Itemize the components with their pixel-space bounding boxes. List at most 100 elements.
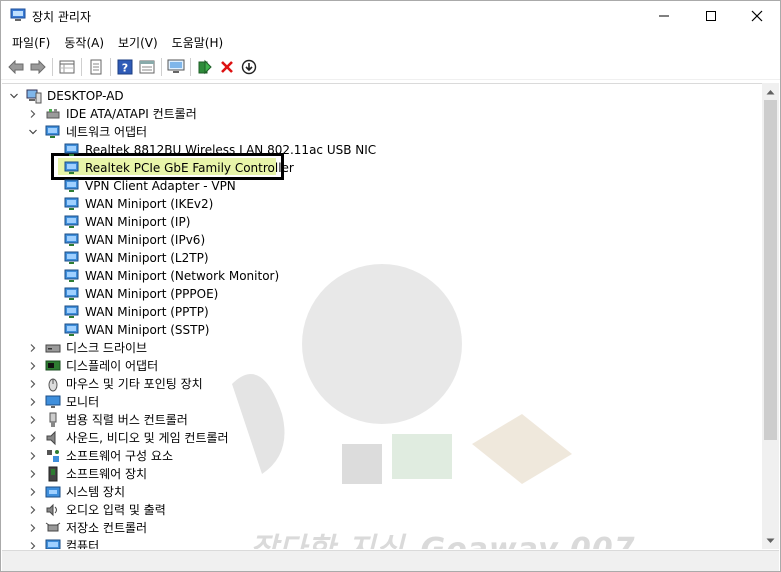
network-adapter-icon (64, 305, 79, 318)
device-label: WAN Miniport (PPTP) (85, 305, 209, 319)
download-circle-icon (241, 59, 257, 74)
scan-hardware-button[interactable] (165, 56, 187, 78)
root-label: DESKTOP-AD (47, 89, 124, 103)
category-label: 소프트웨어 구성 요소 (66, 449, 173, 463)
install-legacy-button[interactable] (238, 56, 260, 78)
update-driver-button[interactable] (194, 56, 216, 78)
menu-bar: 파일(F) 동작(A) 보기(V) 도움말(H) (1, 32, 780, 52)
audio-io-icon (46, 503, 57, 517)
ide-controller-icon (46, 109, 60, 119)
device-label: WAN Miniport (L2TP) (85, 251, 209, 265)
chevron-down-icon (29, 129, 37, 135)
scroll-up-button[interactable] (762, 83, 779, 100)
chevron-right-icon (30, 470, 36, 478)
watermark-text: 잡다한 지식_Goaway 007 (250, 524, 636, 549)
category-label: 저장소 컨트롤러 (66, 521, 148, 535)
vertical-scrollbar[interactable] (762, 83, 779, 549)
minimize-icon (659, 15, 669, 17)
chevron-right-icon (30, 344, 36, 352)
scrollbar-thumb[interactable] (764, 100, 777, 440)
toolbar-separator (161, 57, 162, 76)
network-adapter-icon (64, 287, 79, 300)
device-label: Realtek PCIe GbE Family Controller (85, 161, 294, 175)
category-label: 디스크 드라이브 (66, 341, 148, 355)
chevron-right-icon (30, 362, 36, 370)
close-button[interactable] (734, 1, 780, 31)
chevron-right-icon (30, 542, 36, 549)
device-manager-app-icon (10, 8, 26, 21)
category-label: 시스템 장치 (66, 485, 126, 499)
device-label: VPN Client Adapter - VPN (85, 179, 236, 193)
category-label: 디스플레이 어댑터 (66, 359, 159, 373)
device-manager-window: 장치 관리자 파일(F) 동작(A) 보기(V) 도움말(H) ? DESKTO… (0, 0, 781, 572)
speaker-icon (46, 430, 56, 446)
back-button[interactable] (5, 56, 27, 78)
network-adapter-icon (64, 269, 79, 282)
monitor-icon (45, 395, 61, 408)
storage-controller-icon (45, 522, 61, 532)
software-device-icon (48, 466, 58, 482)
page-icon (90, 59, 102, 74)
chevron-right-icon (30, 452, 36, 460)
category-label: 소프트웨어 장치 (66, 467, 148, 481)
help-icon: ? (117, 59, 133, 74)
computer-icon (45, 539, 61, 549)
category-label: 컴퓨터 (66, 539, 100, 549)
menu-action[interactable]: 동작(A) (57, 32, 111, 52)
chevron-right-icon (30, 434, 36, 442)
caret-up-icon (766, 89, 775, 94)
mouse-icon (48, 378, 58, 392)
page-button[interactable] (85, 56, 107, 78)
chevron-right-icon (30, 110, 36, 118)
minimize-button[interactable] (641, 1, 687, 31)
list-view-button[interactable] (136, 56, 158, 78)
category-label: IDE ATA/ATAPI 컨트롤러 (66, 107, 197, 121)
title-bar[interactable]: 장치 관리자 (1, 1, 780, 31)
device-label: WAN Miniport (SSTP) (85, 323, 210, 337)
menu-file[interactable]: 파일(F) (5, 32, 57, 52)
menu-help[interactable]: 도움말(H) (165, 32, 231, 52)
disk-drive-icon (45, 344, 61, 353)
network-adapter-icon (64, 197, 79, 210)
chevron-right-icon (30, 488, 36, 496)
toolbar-separator (190, 57, 191, 76)
maximize-button[interactable] (688, 1, 734, 31)
device-label: WAN Miniport (IP) (85, 215, 191, 229)
display-adapter-icon (45, 360, 61, 371)
update-driver-icon (198, 59, 212, 74)
category-label: 사운드, 비디오 및 게임 컨트롤러 (66, 431, 229, 445)
forward-button[interactable] (27, 56, 49, 78)
network-adapter-icon (64, 233, 79, 246)
category-label: 오디오 입력 및 출력 (66, 503, 166, 517)
usb-icon (49, 412, 57, 427)
close-icon (751, 10, 763, 22)
help-button[interactable]: ? (114, 56, 136, 78)
device-label: WAN Miniport (PPPOE) (85, 287, 219, 301)
maximize-icon (706, 11, 716, 21)
monitor-scan-icon (167, 59, 185, 73)
window-title: 장치 관리자 (32, 10, 92, 24)
toolbar-separator (81, 57, 82, 76)
device-label: WAN Miniport (IKEv2) (85, 197, 214, 211)
menu-view[interactable]: 보기(V) (111, 32, 165, 52)
category-label: 모니터 (66, 395, 100, 409)
chevron-right-icon (30, 380, 36, 388)
chevron-down-icon (10, 93, 18, 99)
system-device-icon (45, 486, 61, 498)
properties-view-button[interactable] (56, 56, 78, 78)
device-tree[interactable]: 잡다한 지식_Goaway 007 DESKTOP-AD IDE ATA/ATA… (2, 83, 762, 549)
network-adapter-icon (64, 179, 79, 192)
chevron-right-icon (30, 524, 36, 532)
device-label: Realtek 8812BU Wireless LAN 802.11ac USB… (85, 143, 377, 157)
svg-text:?: ? (122, 61, 128, 74)
network-adapter-icon (64, 143, 79, 156)
uninstall-device-button[interactable] (216, 56, 238, 78)
network-adapter-icon (64, 323, 79, 336)
scroll-down-button[interactable] (762, 532, 779, 549)
category-label: 네트워크 어댑터 (66, 125, 148, 139)
chevron-right-icon (30, 506, 36, 514)
network-adapter-icon (45, 125, 60, 138)
list-view-icon (139, 60, 155, 73)
back-arrow-icon (8, 59, 24, 74)
software-component-icon (47, 450, 59, 462)
